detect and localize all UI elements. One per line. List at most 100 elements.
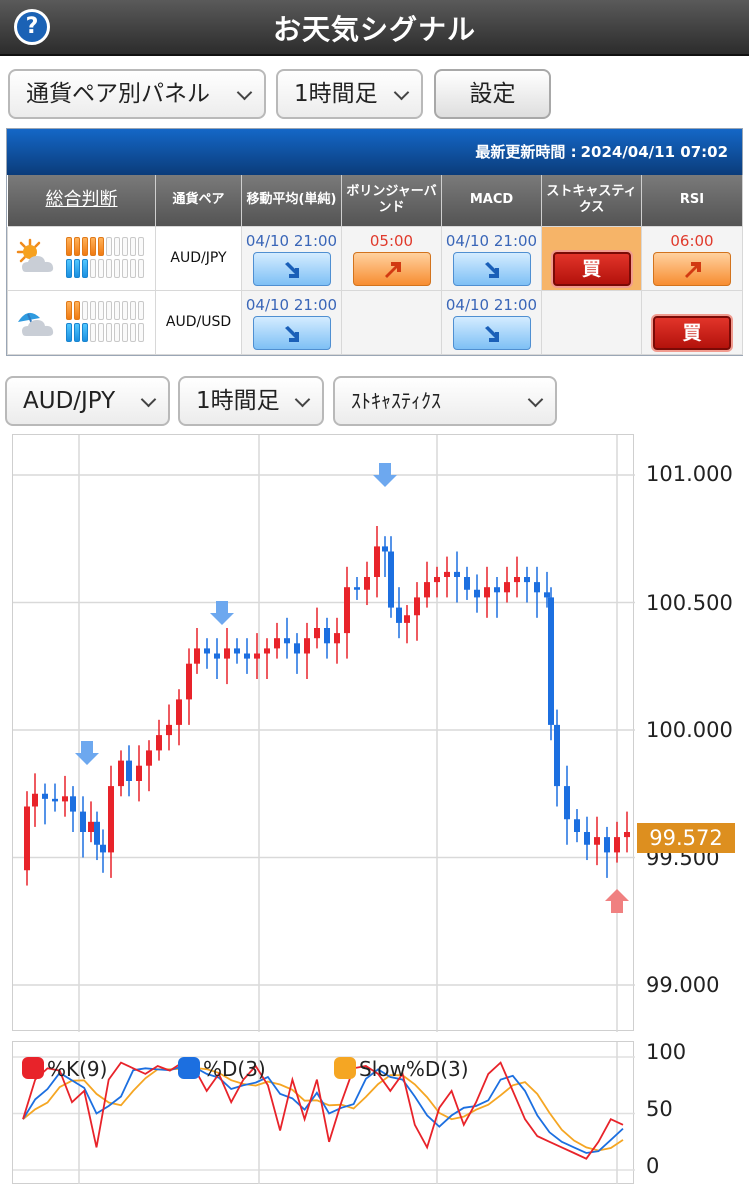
current-price-badge: 99.572 [637, 823, 735, 853]
rsi-cell[interactable]: 買 [641, 289, 743, 355]
strength-segment [98, 322, 104, 342]
arrow-up-right-icon [384, 261, 401, 278]
sell-signal-button[interactable] [252, 251, 331, 286]
timeframe-select-value: 1時間足 [294, 81, 378, 107]
legend-label: %D(3) [203, 1057, 266, 1081]
arrow-down-right-icon [284, 261, 299, 278]
column-header-overall[interactable]: 総合判断 [7, 175, 156, 226]
strength-segment [66, 322, 72, 342]
rsi-cell[interactable]: 06:00 [641, 225, 743, 291]
chevron-down-icon [527, 391, 544, 408]
strength-segment [82, 236, 88, 256]
ma-cell[interactable]: 04/10 21:00 [241, 225, 342, 291]
price-axis-label: 101.000 [646, 462, 733, 486]
ma-cell[interactable]: 04/10 21:00 [241, 289, 342, 355]
stochastics-cell[interactable] [541, 289, 642, 355]
strength-segment [90, 300, 96, 320]
legend-swatch [22, 1057, 44, 1079]
signal-time [542, 232, 641, 250]
app-header: ? お天気シグナル [0, 0, 749, 56]
signal-time: 05:00 [369, 231, 414, 250]
legend-label: Slow%D(3) [359, 1057, 469, 1081]
pair-select[interactable]: AUD/JPY [5, 376, 170, 426]
indicator-select[interactable]: ｽﾄｷｬｽﾃｨｸｽ [333, 376, 557, 426]
pair-select-value: AUD/JPY [23, 388, 116, 414]
arrow-up-right-icon [685, 261, 701, 278]
price-axis-label: 99.000 [646, 973, 720, 997]
column-header-macd: MACD [441, 175, 542, 226]
strength-segment [74, 236, 80, 256]
column-header-stochastics: ストキャスティクス [541, 175, 642, 226]
strength-segment [138, 300, 144, 320]
strength-segment [130, 322, 136, 342]
pair-cell[interactable]: AUD/USD [155, 289, 242, 355]
chart-timeframe-select[interactable]: 1時間足 [178, 376, 324, 426]
strength-segment [122, 236, 128, 256]
settings-button[interactable]: 設定 [434, 69, 551, 119]
buy-badge[interactable]: 買 [653, 315, 731, 350]
column-header-bollinger: ボリンジャーバンド [341, 175, 442, 226]
table-header-row: 総合判断 通貨ペア 移動平均(単純) ボリンジャーバンド MACD ストキャステ… [7, 175, 743, 226]
bollinger-cell[interactable]: 05:00 [341, 225, 442, 291]
overall-cell [7, 289, 156, 355]
osc-axis-label: 100 [646, 1040, 687, 1064]
macd-cell[interactable]: 04/10 21:00 [441, 225, 542, 291]
strength-segment [82, 300, 88, 320]
strength-segment [130, 300, 136, 320]
strength-segment [98, 258, 104, 278]
strength-segment [66, 300, 72, 320]
app-title: お天気シグナル [272, 13, 476, 46]
timeframe-select[interactable]: 1時間足 [276, 69, 423, 119]
signal-time: 04/10 21:00 [245, 231, 338, 250]
table-row[interactable]: AUD/JPY 04/10 21:00 05:00 04/10 21:00 買 … [7, 225, 743, 291]
sell-signal-button[interactable] [252, 315, 331, 350]
signal-time: 04/10 21:00 [445, 231, 538, 250]
umbrella-cloudy-icon [18, 312, 54, 336]
chevron-down-icon [236, 84, 253, 101]
strength-segment [98, 300, 104, 320]
strength-segment [114, 236, 120, 256]
legend-slow-d: Slow%D(3) [334, 1057, 469, 1081]
sell-signal-button[interactable] [452, 251, 531, 286]
strength-segment [130, 258, 136, 278]
column-header-rsi: RSI [641, 175, 743, 226]
buy-signal-button[interactable] [352, 251, 431, 286]
legend-swatch [178, 1057, 200, 1079]
strength-segment [66, 236, 72, 256]
update-label: 最新更新時間 : [475, 143, 577, 161]
strength-segment [82, 322, 88, 342]
chevron-down-icon [140, 391, 157, 408]
buy-badge[interactable]: 買 [552, 251, 631, 286]
strength-segment [122, 322, 128, 342]
table-row[interactable]: AUD/USD 04/10 21:00 04/10 21:00 買 [7, 289, 743, 355]
pair-cell[interactable]: AUD/JPY [155, 225, 242, 291]
panel-select[interactable]: 通貨ペア別パネル [8, 69, 266, 119]
arrow-down-right-icon [284, 325, 299, 342]
overall-cell [7, 225, 156, 291]
signal-table: 総合判断 通貨ペア 移動平均(単純) ボリンジャーバンド MACD ストキャステ… [7, 175, 743, 355]
column-header-pair: 通貨ペア [155, 175, 242, 226]
strength-meter [66, 300, 144, 345]
buy-signal-button[interactable] [653, 251, 731, 286]
price-axis-label: 100.500 [646, 591, 733, 615]
osc-axis-label: 0 [646, 1154, 660, 1178]
strength-segment [138, 258, 144, 278]
strength-segment [114, 322, 120, 342]
update-bar: 最新更新時間 :2024/04/11 07:02 [7, 129, 742, 175]
candlestick-chart [13, 435, 635, 1032]
strength-segment [106, 236, 112, 256]
sell-signal-button[interactable] [452, 315, 531, 350]
chevron-down-icon [393, 84, 410, 101]
chevron-down-icon [294, 391, 311, 408]
bollinger-cell[interactable] [341, 289, 442, 355]
strength-segment [98, 236, 104, 256]
strength-segment [74, 300, 80, 320]
strength-segment [82, 258, 88, 278]
strength-segment [122, 258, 128, 278]
price-chart[interactable] [12, 434, 635, 1032]
legend-d: %D(3) [178, 1057, 266, 1081]
macd-cell[interactable]: 04/10 21:00 [441, 289, 542, 355]
legend-k: %K(9) [22, 1057, 107, 1081]
strength-segment [74, 258, 80, 278]
stochastics-cell[interactable]: 買 [541, 225, 642, 291]
